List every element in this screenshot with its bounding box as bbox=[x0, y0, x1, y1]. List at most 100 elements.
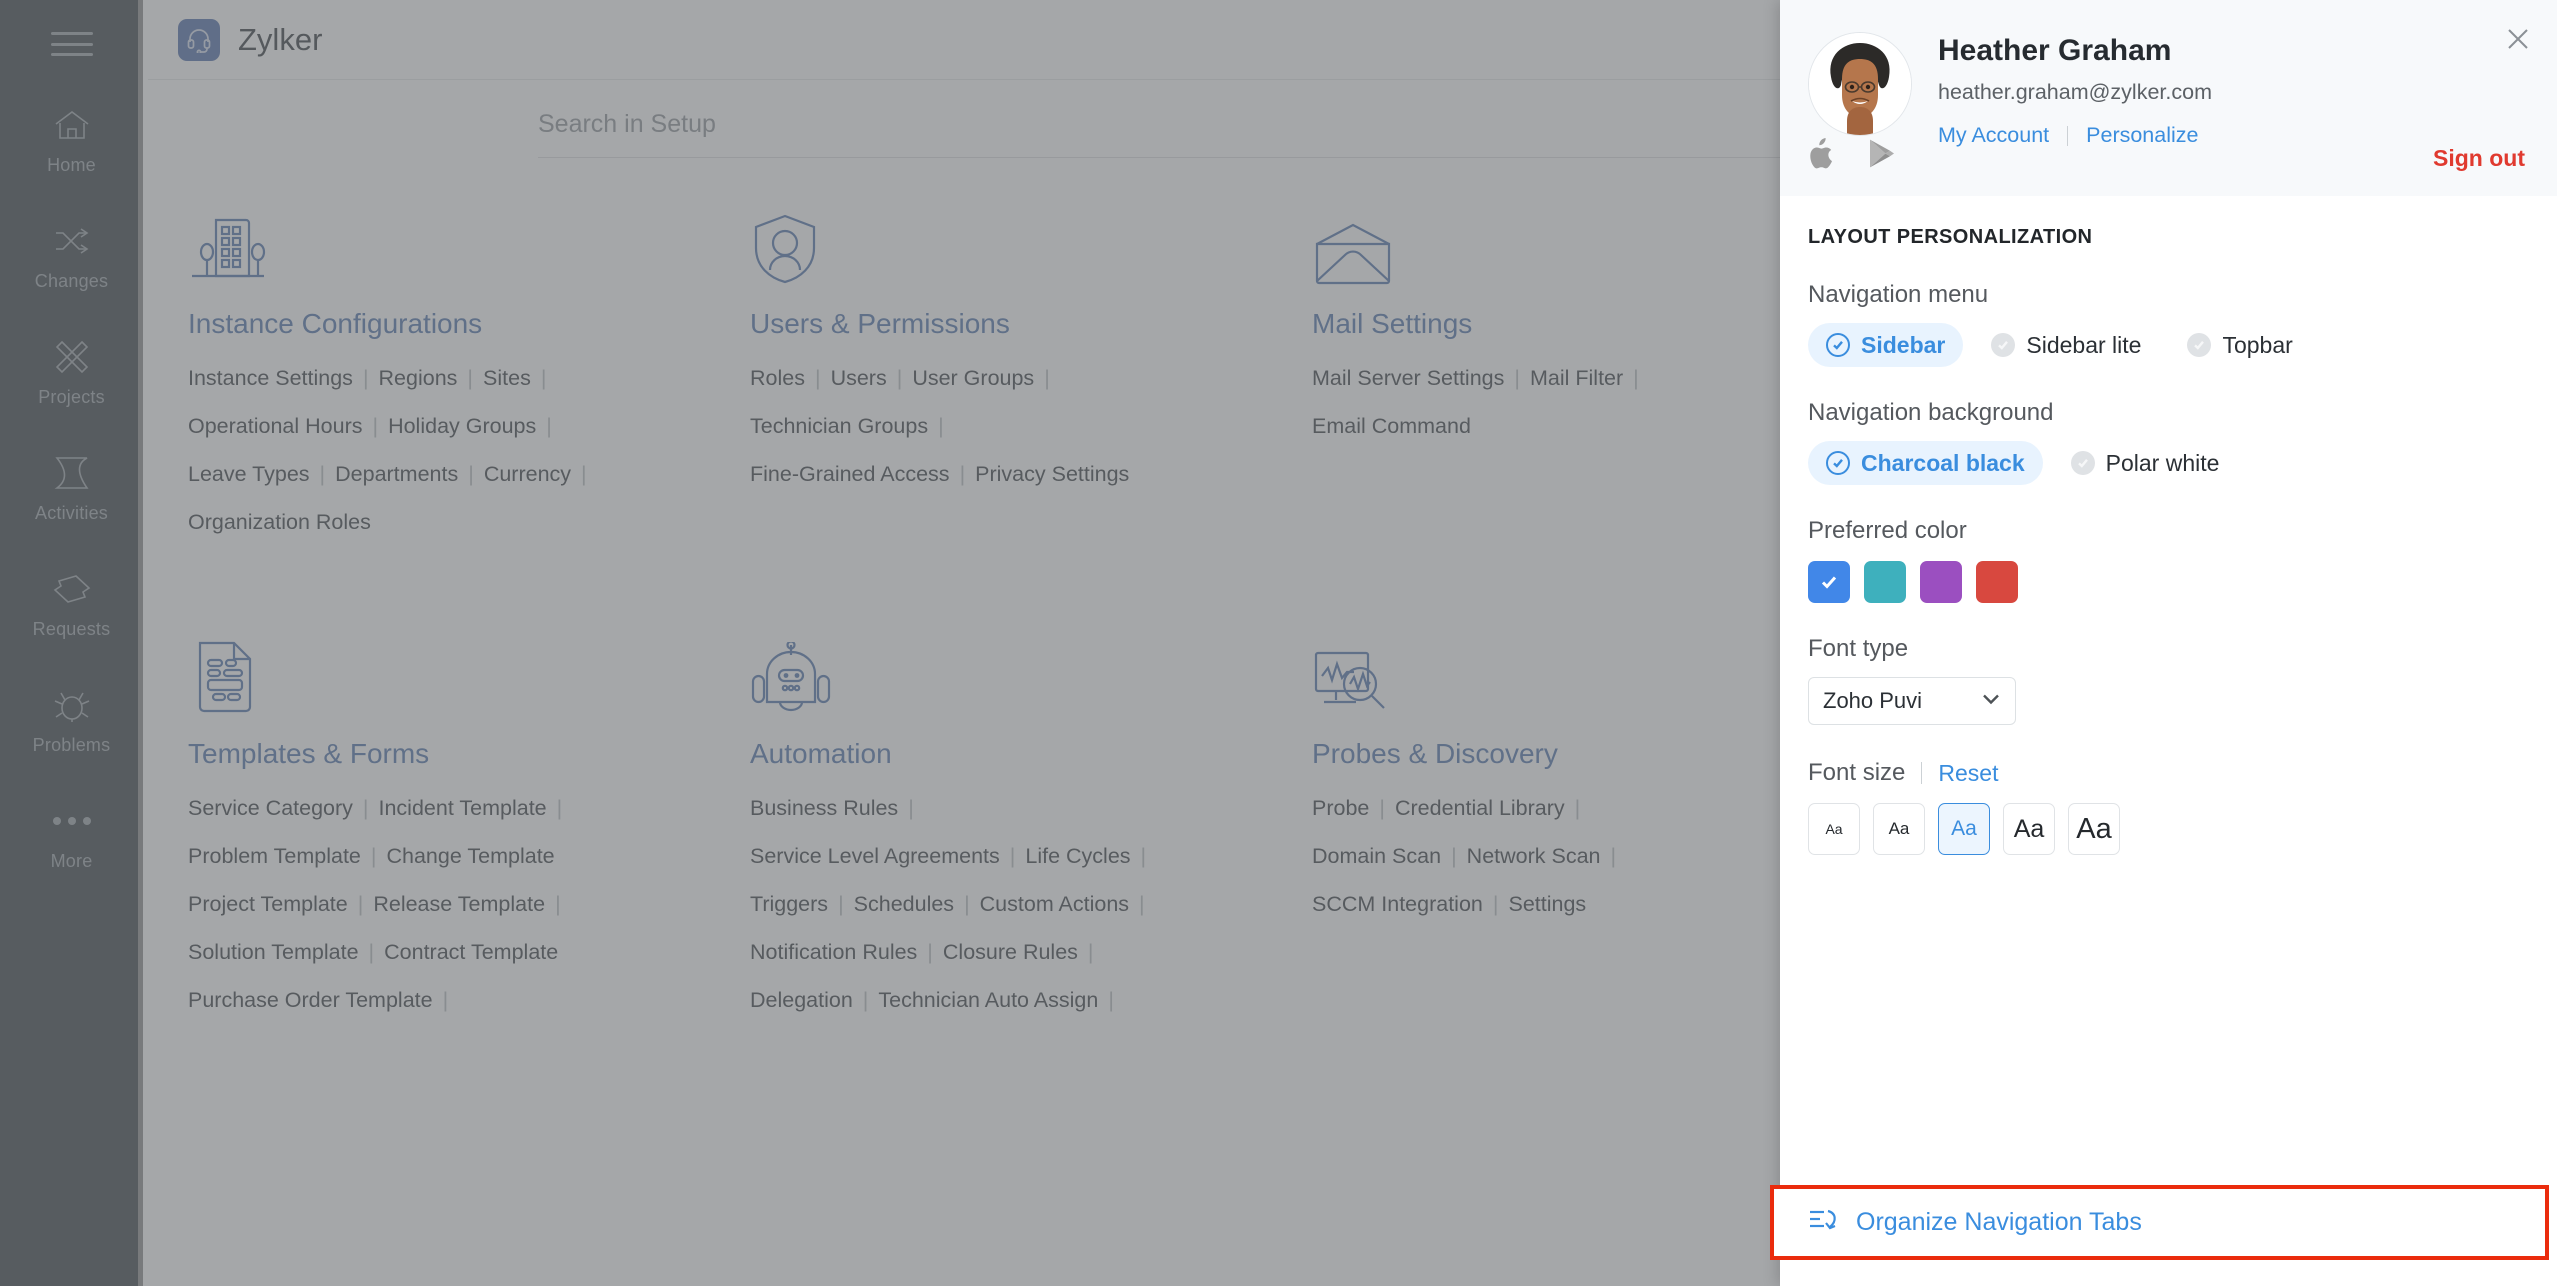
setup-link[interactable]: Mail Server Settings bbox=[1312, 366, 1504, 390]
option-polar-white[interactable]: Polar white bbox=[2053, 441, 2238, 485]
color-swatch-purple[interactable] bbox=[1920, 561, 1962, 603]
setup-link[interactable]: Solution Template bbox=[188, 940, 359, 964]
setup-link[interactable]: Technician Groups bbox=[750, 414, 928, 438]
option-topbar[interactable]: Topbar bbox=[2169, 323, 2310, 367]
setup-link[interactable]: Technician Auto Assign bbox=[878, 988, 1098, 1012]
font-size-option-3[interactable]: Aa bbox=[1938, 803, 1990, 855]
setup-link[interactable]: Departments bbox=[335, 462, 458, 486]
setup-link[interactable]: Settings bbox=[1508, 892, 1586, 916]
setup-link[interactable]: Roles bbox=[750, 366, 805, 390]
organize-navigation-tabs-button[interactable]: Organize Navigation Tabs bbox=[1808, 1207, 2545, 1238]
setup-link[interactable]: Organization Roles bbox=[188, 510, 371, 534]
setup-section-links: Instance Settings|Regions|Sites| Operati… bbox=[188, 354, 708, 546]
font-type-select[interactable]: Zoho Puvi bbox=[1808, 677, 2016, 725]
option-charcoal-black[interactable]: Charcoal black bbox=[1808, 441, 2043, 485]
link-separator: | bbox=[908, 796, 914, 820]
font-size-option-4[interactable]: Aa bbox=[2003, 803, 2055, 855]
setup-link[interactable]: Regions bbox=[379, 366, 458, 390]
setup-link[interactable]: Triggers bbox=[750, 892, 828, 916]
font-size-option-2[interactable]: Aa bbox=[1873, 803, 1925, 855]
setup-section-links: Business Rules | Service Level Agreements… bbox=[750, 784, 1270, 1024]
home-icon bbox=[49, 104, 95, 146]
brand[interactable]: Zylker bbox=[178, 19, 322, 61]
sidebar-item-home[interactable]: Home bbox=[0, 104, 143, 176]
link-separator: | bbox=[1514, 366, 1520, 390]
setup-link[interactable]: Notification Rules bbox=[750, 940, 917, 964]
sidebar-item-activities[interactable]: Activities bbox=[0, 452, 143, 524]
setup-link[interactable]: User Groups bbox=[912, 366, 1034, 390]
setup-link[interactable]: Operational Hours bbox=[188, 414, 362, 438]
sign-out-button[interactable]: Sign out bbox=[2433, 145, 2525, 172]
sidebar-item-label: Requests bbox=[33, 619, 111, 640]
profile-name: Heather Graham bbox=[1938, 34, 2212, 68]
setup-link[interactable]: Schedules bbox=[854, 892, 954, 916]
setup-link[interactable]: Business Rules bbox=[750, 796, 898, 820]
sidebar-item-more[interactable]: More bbox=[0, 800, 143, 872]
close-icon[interactable] bbox=[2501, 22, 2535, 56]
setup-section-title[interactable]: Probes & Discovery bbox=[1312, 738, 1860, 770]
setup-link[interactable]: Purchase Order Template bbox=[188, 988, 433, 1012]
font-size-option-1[interactable]: Aa bbox=[1808, 803, 1860, 855]
sidebar-item-label: Activities bbox=[35, 503, 108, 524]
sidebar-item-projects[interactable]: Projects bbox=[0, 336, 143, 408]
setup-link[interactable]: Problem Template bbox=[188, 844, 361, 868]
setup-link[interactable]: Change Template bbox=[386, 844, 554, 868]
setup-section-title[interactable]: Instance Configurations bbox=[188, 308, 736, 340]
setup-section-title[interactable]: Templates & Forms bbox=[188, 738, 736, 770]
hamburger-icon[interactable] bbox=[51, 28, 93, 60]
profile-email: heather.graham@zylker.com bbox=[1938, 80, 2212, 105]
profile-panel: Heather Graham heather.graham@zylker.com… bbox=[1780, 0, 2557, 1286]
setup-link[interactable]: Currency bbox=[484, 462, 571, 486]
option-sidebar-lite[interactable]: Sidebar lite bbox=[1973, 323, 2159, 367]
link-separator: | bbox=[371, 844, 377, 868]
setup-link[interactable]: Contract Template bbox=[384, 940, 558, 964]
setup-section-title[interactable]: Users & Permissions bbox=[750, 308, 1298, 340]
setup-section-links: Mail Server Settings|Mail Filter| Email … bbox=[1312, 354, 1832, 450]
google-play-icon[interactable] bbox=[1868, 138, 1895, 174]
personalize-link[interactable]: Personalize bbox=[2086, 123, 2198, 148]
setup-link[interactable]: Users bbox=[831, 366, 887, 390]
setup-link[interactable]: SCCM Integration bbox=[1312, 892, 1483, 916]
setup-link[interactable]: Domain Scan bbox=[1312, 844, 1441, 868]
sidebar-item-problems[interactable]: Problems bbox=[0, 684, 143, 756]
setup-link[interactable]: Project Template bbox=[188, 892, 348, 916]
color-swatch-red[interactable] bbox=[1976, 561, 2018, 603]
font-size-reset-button[interactable]: Reset bbox=[1938, 760, 1998, 787]
setup-link[interactable]: Incident Template bbox=[379, 796, 547, 820]
setup-link[interactable]: Leave Types bbox=[188, 462, 310, 486]
setup-link[interactable]: Privacy Settings bbox=[975, 462, 1129, 486]
setup-link[interactable]: Holiday Groups bbox=[388, 414, 536, 438]
setup-link[interactable]: Release Template bbox=[373, 892, 545, 916]
font-size-option-5[interactable]: Aa bbox=[2068, 803, 2120, 855]
setup-link[interactable]: Sites bbox=[483, 366, 531, 390]
setup-link[interactable]: Service Level Agreements bbox=[750, 844, 1000, 868]
setup-link[interactable]: Credential Library bbox=[1395, 796, 1565, 820]
color-swatch-teal[interactable] bbox=[1864, 561, 1906, 603]
link-separator: | bbox=[541, 366, 547, 390]
setup-link[interactable]: Closure Rules bbox=[943, 940, 1078, 964]
apple-icon[interactable] bbox=[1808, 138, 1834, 174]
link-separator: | bbox=[938, 414, 944, 438]
bug-icon bbox=[49, 684, 95, 726]
option-sidebar[interactable]: Sidebar bbox=[1808, 323, 1963, 367]
my-account-link[interactable]: My Account bbox=[1938, 123, 2049, 148]
link-separator: | bbox=[1010, 844, 1016, 868]
setup-link[interactable]: Network Scan bbox=[1467, 844, 1601, 868]
option-label: Sidebar lite bbox=[2026, 332, 2141, 359]
color-swatch-blue[interactable] bbox=[1808, 561, 1850, 603]
setup-link[interactable]: Mail Filter bbox=[1530, 366, 1623, 390]
organize-navigation-tabs-highlight-wrapper: Organize Navigation Tabs bbox=[1770, 1185, 2549, 1260]
setup-link[interactable]: Custom Actions bbox=[980, 892, 1129, 916]
sidebar-item-requests[interactable]: Requests bbox=[0, 568, 143, 640]
ticket-icon bbox=[49, 568, 95, 610]
setup-link[interactable]: Email Command bbox=[1312, 414, 1471, 438]
setup-link[interactable]: Service Category bbox=[188, 796, 353, 820]
setup-link[interactable]: Life Cycles bbox=[1025, 844, 1130, 868]
setup-link[interactable]: Instance Settings bbox=[188, 366, 353, 390]
setup-link[interactable]: Fine-Grained Access bbox=[750, 462, 950, 486]
setup-link[interactable]: Delegation bbox=[750, 988, 853, 1012]
setup-section-title[interactable]: Automation bbox=[750, 738, 1298, 770]
setup-link[interactable]: Probe bbox=[1312, 796, 1369, 820]
setup-section-title[interactable]: Mail Settings bbox=[1312, 308, 1860, 340]
sidebar-item-changes[interactable]: Changes bbox=[0, 220, 143, 292]
